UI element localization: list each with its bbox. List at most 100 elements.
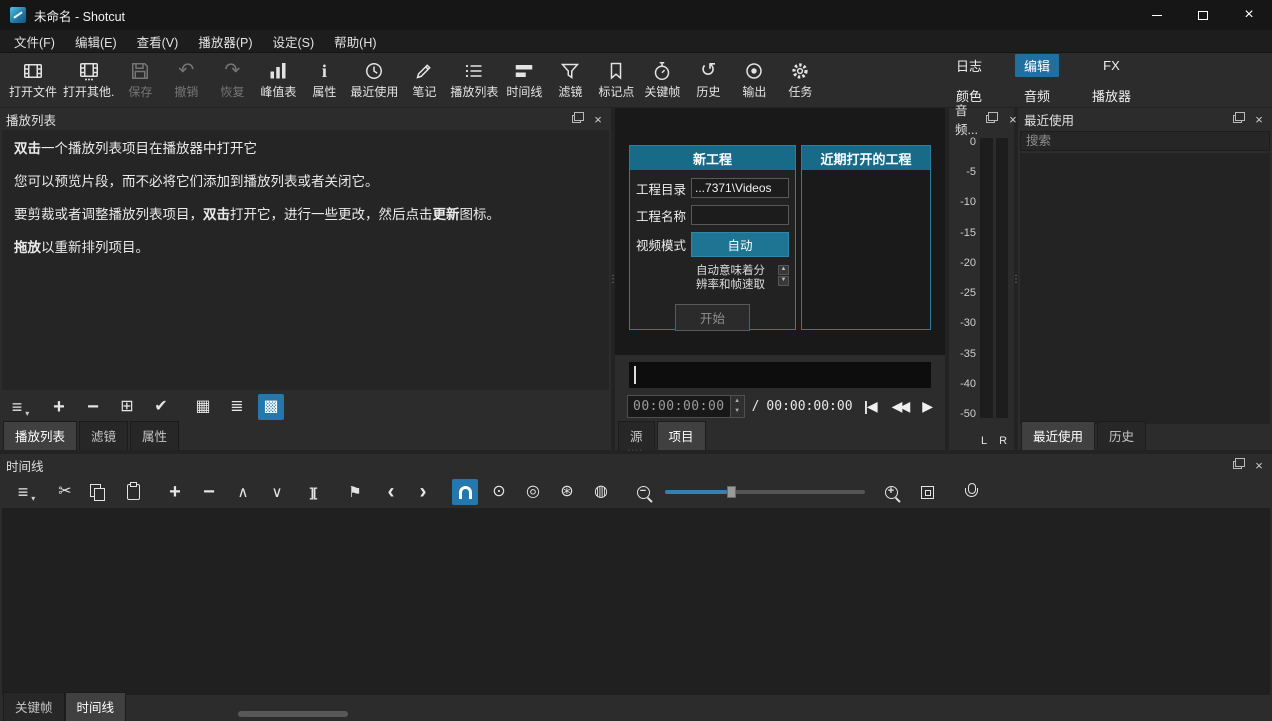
tab-properties[interactable]: 属性 — [130, 421, 179, 450]
zoom-fit-button[interactable] — [914, 479, 940, 505]
playlist-update-thumbnails-button[interactable]: ⊞ — [114, 394, 140, 420]
tab-timeline[interactable]: 时间线 — [65, 692, 127, 721]
timeline-button[interactable]: 时间线 — [501, 55, 547, 105]
tab-filters[interactable]: 滤镜 — [79, 421, 128, 450]
layout-fx[interactable]: FX — [1094, 56, 1129, 75]
timeline-horizontal-scrollbar[interactable] — [238, 711, 348, 717]
history-button[interactable]: ↺ 历史 — [685, 55, 731, 105]
menu-file[interactable]: 文件(F) — [4, 29, 65, 54]
play-button[interactable]: ▶ — [922, 399, 933, 413]
cut-button[interactable]: ✂ — [52, 479, 78, 505]
undo-button[interactable]: ↶ 撤销 — [163, 55, 209, 105]
zoom-out-button[interactable]: − — [630, 479, 656, 505]
spin-down-icon[interactable]: ▼ — [778, 276, 789, 286]
layout-audio[interactable]: 音频 — [1015, 84, 1059, 107]
zoom-slider-handle[interactable] — [727, 486, 736, 498]
next-marker-button[interactable]: › — [410, 479, 436, 505]
layout-player[interactable]: 播放器 — [1083, 84, 1140, 107]
project-folder-button[interactable]: ...7371\Videos — [691, 178, 789, 198]
tab-keyframes[interactable]: 关键帧 — [3, 692, 65, 721]
scrub-while-dragging-button[interactable]: ⊙ — [486, 479, 512, 505]
close-button[interactable]: × — [1226, 0, 1272, 30]
redo-button[interactable]: ↷ 恢复 — [209, 55, 255, 105]
lift-button[interactable]: ∧ — [230, 479, 256, 505]
zoom-slider[interactable] — [665, 490, 865, 494]
split-button[interactable]: ][ — [300, 479, 326, 505]
timeline-menu-button[interactable]: ≡▾ — [10, 479, 36, 505]
tab-project[interactable]: 项目 — [657, 421, 706, 450]
previous-marker-button[interactable]: ‹ — [378, 479, 404, 505]
menu-edit[interactable]: 编辑(E) — [65, 29, 127, 54]
playlist-detail-view-button[interactable]: ▦ — [190, 394, 216, 420]
record-audio-button[interactable] — [958, 479, 984, 505]
playlist-update-button[interactable]: ✔ — [148, 394, 174, 420]
start-button[interactable]: 开始 — [675, 304, 750, 331]
playlist-remove-button[interactable]: − — [80, 394, 106, 420]
filters-button[interactable]: 滤镜 — [547, 55, 593, 105]
tab-source[interactable]: 源 — [618, 421, 655, 450]
project-name-input[interactable] — [691, 205, 789, 225]
splitter-main-timeline[interactable]: ∙∙∙∙ — [0, 450, 1272, 454]
ripple-delete-button[interactable]: − — [196, 479, 222, 505]
append-button[interactable]: + — [162, 479, 188, 505]
ripple-all-tracks-button[interactable]: ⊛ — [554, 479, 580, 505]
playlist-close-button[interactable]: × — [591, 112, 605, 126]
export-button[interactable]: 输出 — [731, 55, 777, 105]
rewind-button[interactable]: ◀◀ — [892, 399, 908, 413]
playlist-list-view-button[interactable]: ≣ — [224, 394, 250, 420]
timecode-spinbox[interactable]: 00:00:00:00 ▲ ▼ — [627, 395, 745, 418]
spin-up-icon[interactable]: ▲ — [778, 265, 789, 275]
video-mode-auto-button[interactable]: 自动 — [691, 232, 789, 257]
paste-button[interactable] — [120, 479, 146, 505]
copy-button[interactable] — [84, 479, 110, 505]
properties-button[interactable]: i 属性 — [301, 55, 347, 105]
playlist-icon-view-button[interactable]: ▩ — [258, 394, 284, 420]
menu-view[interactable]: 查看(V) — [127, 29, 189, 54]
overwrite-button[interactable]: ∨ — [264, 479, 290, 505]
recent-close-button[interactable]: × — [1252, 112, 1266, 126]
skip-to-start-button[interactable]: |◀ — [864, 399, 877, 413]
menu-settings[interactable]: 设定(S) — [262, 29, 324, 54]
hint-spinner[interactable]: ▲ ▼ — [778, 265, 789, 286]
timeline-tracks-area[interactable] — [2, 508, 1270, 695]
keyframes-button[interactable]: 关键帧 — [639, 55, 685, 105]
current-timecode[interactable]: 00:00:00:00 — [628, 396, 730, 417]
tab-history[interactable]: 历史 — [1097, 421, 1146, 450]
spin-down-icon[interactable]: ▼ — [731, 406, 744, 417]
snap-toggle-button[interactable] — [452, 479, 478, 505]
peak-meter-button[interactable]: 峰值表 — [255, 55, 301, 105]
recent-button[interactable]: 最近使用 — [347, 55, 401, 105]
tab-playlist[interactable]: 播放列表 — [3, 421, 77, 450]
player-seekbar[interactable] — [629, 362, 931, 388]
open-other-button[interactable]: 打开其他. — [60, 55, 117, 105]
ripple-toggle-button[interactable]: ◎ — [520, 479, 546, 505]
notes-button[interactable]: 笔记 — [401, 55, 447, 105]
recent-projects-list[interactable] — [802, 170, 930, 329]
menu-player[interactable]: 播放器(P) — [188, 29, 262, 54]
marker-button[interactable]: ⚑ — [342, 479, 368, 505]
recent-search-input[interactable] — [1020, 131, 1270, 151]
playlist-button[interactable]: 播放列表 — [447, 55, 501, 105]
ripple-markers-button[interactable]: ◍ — [588, 479, 614, 505]
layout-editing[interactable]: 编辑 — [1015, 54, 1059, 77]
maximize-button[interactable] — [1180, 0, 1226, 30]
jobs-button[interactable]: 任务 — [777, 55, 823, 105]
spin-up-icon[interactable]: ▲ — [731, 396, 744, 407]
audio-float-button[interactable] — [984, 112, 998, 126]
timeline-float-button[interactable] — [1230, 458, 1244, 472]
menu-help[interactable]: 帮助(H) — [324, 29, 386, 54]
recent-files-list[interactable] — [1020, 153, 1270, 424]
playlist-add-button[interactable]: + — [46, 394, 72, 420]
timeline-close-button[interactable]: × — [1252, 458, 1266, 472]
recent-float-button[interactable] — [1230, 112, 1244, 126]
open-file-button[interactable]: 打开文件 — [6, 55, 60, 105]
layout-logging[interactable]: 日志 — [947, 54, 991, 77]
playhead-caret[interactable] — [634, 366, 636, 384]
save-button[interactable]: 保存 — [117, 55, 163, 105]
zoom-in-button[interactable]: + — [878, 479, 904, 505]
minimize-button[interactable] — [1134, 0, 1180, 30]
playlist-float-button[interactable] — [569, 112, 583, 126]
playlist-menu-button[interactable]: ≡▾ — [4, 394, 30, 420]
markers-button[interactable]: 标记点 — [593, 55, 639, 105]
tab-recent[interactable]: 最近使用 — [1021, 421, 1095, 450]
